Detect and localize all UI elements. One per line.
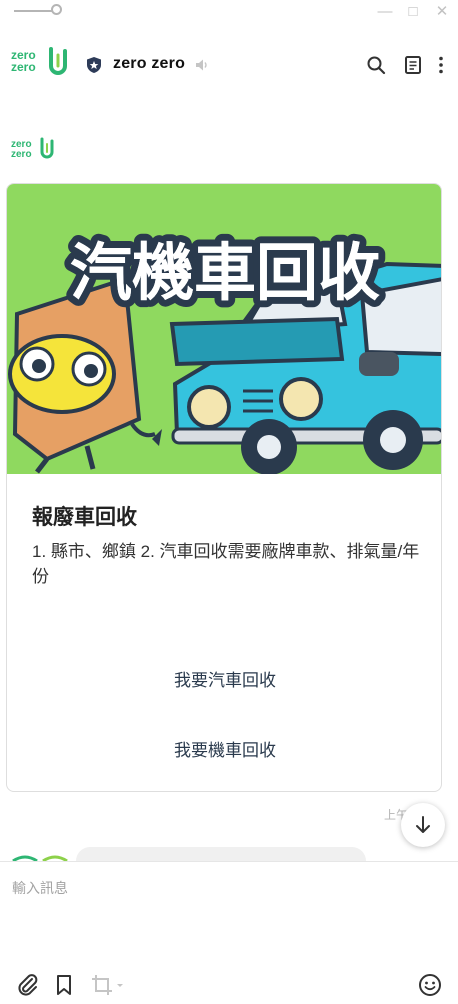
- car-recycle-button[interactable]: 我要汽車回收: [7, 666, 441, 691]
- sender-avatar[interactable]: zero zero: [11, 140, 32, 160]
- chat-name[interactable]: zero zero: [113, 55, 185, 73]
- crop-icon[interactable]: [90, 973, 126, 997]
- bookmark-icon[interactable]: [52, 973, 76, 997]
- message-input[interactable]: 輸入訊息: [12, 878, 68, 898]
- hero-title: 汽機車回收: [70, 236, 380, 309]
- hero-image[interactable]: 汽機車回收 汽機車回收: [7, 184, 442, 474]
- scroll-to-bottom-button[interactable]: [401, 803, 445, 847]
- avatar-hook-icon: [40, 137, 54, 159]
- paperclip-icon[interactable]: [16, 973, 40, 997]
- logo-line-2: zero: [11, 60, 36, 74]
- arrow-down-icon: [416, 816, 430, 833]
- shield-star-icon: [87, 57, 101, 73]
- search-icon[interactable]: [366, 55, 386, 75]
- motorcycle-recycle-button[interactable]: 我要機車回收: [7, 736, 441, 761]
- card-description: 1. 縣市、鄉鎮 2. 汽車回收需要廠牌車款、排氣量/年份: [32, 542, 420, 586]
- close-button[interactable]: ✕: [433, 3, 451, 21]
- message-card: 汽機車回收 汽機車回收 報廢車回收 1. 縣市、鄉鎮 2. 汽車回收需要廠牌車款…: [6, 183, 442, 792]
- minimize-button[interactable]: —: [376, 3, 394, 21]
- maximize-button[interactable]: □: [404, 3, 422, 21]
- title-bar: — □ ✕: [0, 0, 458, 24]
- opacity-slider-handle[interactable]: [51, 4, 62, 15]
- speaker-muted-icon[interactable]: [194, 57, 210, 73]
- avatar-line-2: zero: [11, 149, 32, 160]
- more-vertical-icon[interactable]: [434, 55, 448, 75]
- logo-hook-icon: [49, 47, 67, 75]
- chat-header: [0, 40, 458, 92]
- chat-logo[interactable]: zero zero: [11, 49, 36, 73]
- card-title: 報廢車回收: [32, 506, 137, 529]
- emoji-icon[interactable]: [418, 973, 442, 997]
- notes-icon[interactable]: [403, 55, 423, 75]
